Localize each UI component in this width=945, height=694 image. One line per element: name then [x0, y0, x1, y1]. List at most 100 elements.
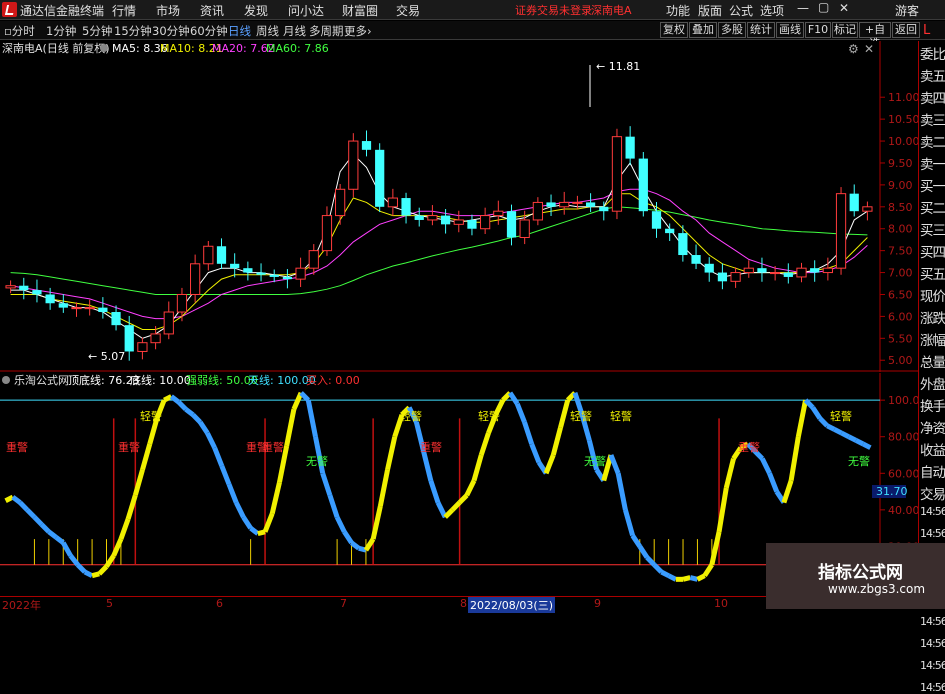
more-label: 更多: [344, 24, 367, 38]
period-button-day[interactable]: 日线: [228, 23, 251, 39]
watermark-url: www.zbgs3.com: [828, 582, 926, 596]
fuquan-button[interactable]: 复权: [660, 22, 688, 38]
menu-faxian[interactable]: 发现: [244, 2, 268, 19]
quote-panel-item: 14:56: [920, 637, 945, 650]
main-chart-title: 深南电A(日线 前复权): [2, 41, 110, 55]
candle-body-down: [361, 141, 372, 150]
menu-gongshi[interactable]: 公式: [729, 2, 753, 19]
indicator-segment: [689, 575, 699, 582]
stats-button[interactable]: 统计: [747, 22, 775, 38]
indicator-segment: [257, 529, 266, 537]
sub-settings-icon[interactable]: [2, 376, 10, 384]
maximize-icon[interactable]: ▢: [818, 0, 829, 14]
x-cursor-date: 2022/08/03(三): [468, 597, 555, 613]
candlestick-chart[interactable]: 深南电A(日线 前复权) MA5: 8.36 MA10: 8.21 MA20: …: [0, 41, 918, 372]
menu-wenxiaoda[interactable]: 问小达: [288, 2, 324, 19]
period-button-30min[interactable]: 30分钟: [152, 23, 190, 39]
quote-panel-item[interactable]: 自动: [920, 461, 945, 481]
candle-body-down: [849, 193, 859, 212]
period-button-5min[interactable]: 5分钟: [82, 23, 112, 39]
menu-shichang[interactable]: 市场: [156, 2, 180, 19]
sub-chart-bg: [0, 373, 880, 596]
period-button-more[interactable]: 更多›: [344, 23, 372, 39]
login-notice[interactable]: 证券交易未登录: [515, 2, 592, 18]
minimize-icon[interactable]: —: [797, 1, 809, 15]
add-favorite-button[interactable]: +自选: [859, 22, 891, 50]
quote-panel-item: 买五: [920, 267, 945, 283]
close-icon[interactable]: ✕: [839, 1, 849, 15]
quote-panel-item[interactable]: 交易: [920, 483, 945, 503]
period-button-1min[interactable]: 1分钟: [46, 23, 76, 39]
price-tick-label: 9.50: [888, 157, 913, 170]
quote-panel-item: 卖一: [920, 157, 945, 173]
candle-body-up: [150, 333, 161, 344]
candle-body-down: [282, 276, 293, 280]
menu-bar: 通达信金融终端 行情 市场 资讯 发现 问小达 财富圈 交易 证券交易未登录 深…: [0, 0, 945, 20]
menu-banmian[interactable]: 版面: [698, 2, 722, 19]
low-label: ← 5.07: [88, 350, 125, 363]
menu-xuanxiang[interactable]: 选项: [760, 2, 784, 19]
overlay-button[interactable]: 叠加: [689, 22, 717, 38]
heavy-warning-label: 重警: [262, 440, 284, 454]
indicator-tick-label: 100.0: [888, 394, 918, 407]
candle-body-down: [216, 246, 227, 264]
close-pane-icon[interactable]: ✕: [864, 42, 874, 56]
light-warning-label: 轻警: [478, 409, 500, 423]
candle-body-up: [335, 188, 346, 217]
candle-body-down: [651, 211, 662, 229]
menu-zixun[interactable]: 资讯: [200, 2, 224, 19]
guest-label[interactable]: 游客: [895, 2, 919, 19]
candle-body-up: [822, 267, 833, 274]
x-label-jul: 7: [340, 597, 347, 610]
quote-panel-item: 涨跌: [920, 311, 945, 327]
period-button-month[interactable]: 月线: [283, 23, 306, 39]
price-axis-ticks: 11.00 10.50 10.00 9.50 9.00 8.50 8.00 7.50 7.00 6…: [880, 91, 918, 367]
no-warning-label: 无警: [848, 454, 870, 468]
candle-body-up: [611, 136, 623, 212]
x-label-sep: 9: [594, 597, 601, 610]
indicator-segment: [826, 423, 836, 432]
multi-stock-button[interactable]: 多股: [718, 22, 746, 38]
indicator-tick-label: 40.00: [888, 504, 918, 517]
draw-line-button[interactable]: 画线: [776, 22, 804, 38]
f10-button[interactable]: F10: [805, 22, 831, 38]
period-button-15min[interactable]: 15分钟: [114, 23, 152, 39]
indicator-tick-label: 80.00: [888, 431, 918, 444]
menu-hangqing[interactable]: 行情: [112, 2, 136, 19]
back-button[interactable]: 返回: [892, 22, 920, 38]
candle-body-down: [625, 136, 635, 159]
price-tick-label: 8.00: [888, 223, 913, 236]
candle-body-down: [19, 285, 29, 291]
candle-body-up: [203, 245, 214, 265]
indicator-tick-label: 60.00: [888, 467, 918, 480]
period-button-60min[interactable]: 60分钟: [190, 23, 228, 39]
quote-panel-item: 14:56: [920, 659, 945, 672]
menu-caifuquan[interactable]: 财富圈: [342, 2, 378, 19]
period-button-multi[interactable]: 多周期: [309, 23, 344, 39]
gear-icon[interactable]: ⚙: [848, 42, 859, 56]
period-button-fenshi[interactable]: ▫分时: [4, 23, 35, 39]
period-toolbar: ▫分时 1分钟 5分钟 15分钟 30分钟 60分钟 日线 周线 月线 多周期 …: [0, 21, 945, 50]
menu-jiaoyi[interactable]: 交易: [396, 2, 420, 19]
price-tick-label: 7.50: [888, 245, 913, 258]
candle-body-down: [717, 272, 728, 282]
candle-body-down: [757, 268, 767, 273]
settings-icon[interactable]: [100, 44, 108, 52]
x-label-jun: 6: [216, 597, 223, 610]
site-watermark: 指标公式网 www.zbgs3.com: [766, 543, 945, 609]
candle-body-down: [111, 312, 121, 326]
light-warning-label: 轻警: [610, 409, 632, 423]
candle-body-down: [269, 274, 279, 277]
quote-panel-item: 买四: [920, 245, 945, 261]
candle-body-up: [137, 342, 148, 352]
quote-panel-item: 卖四: [920, 91, 945, 107]
candle-body-down: [256, 272, 266, 275]
sub-chart-title: 乐淘公式网: [14, 374, 69, 387]
price-tick-label: 8.50: [888, 201, 913, 214]
price-tick-label: 10.50: [888, 113, 918, 126]
mark-button[interactable]: 标记: [832, 22, 858, 38]
period-button-week[interactable]: 周线: [256, 23, 279, 39]
current-value: 31.70: [876, 485, 908, 498]
menu-gongneng[interactable]: 功能: [666, 2, 690, 19]
quote-panel-item: 收益: [920, 443, 945, 459]
